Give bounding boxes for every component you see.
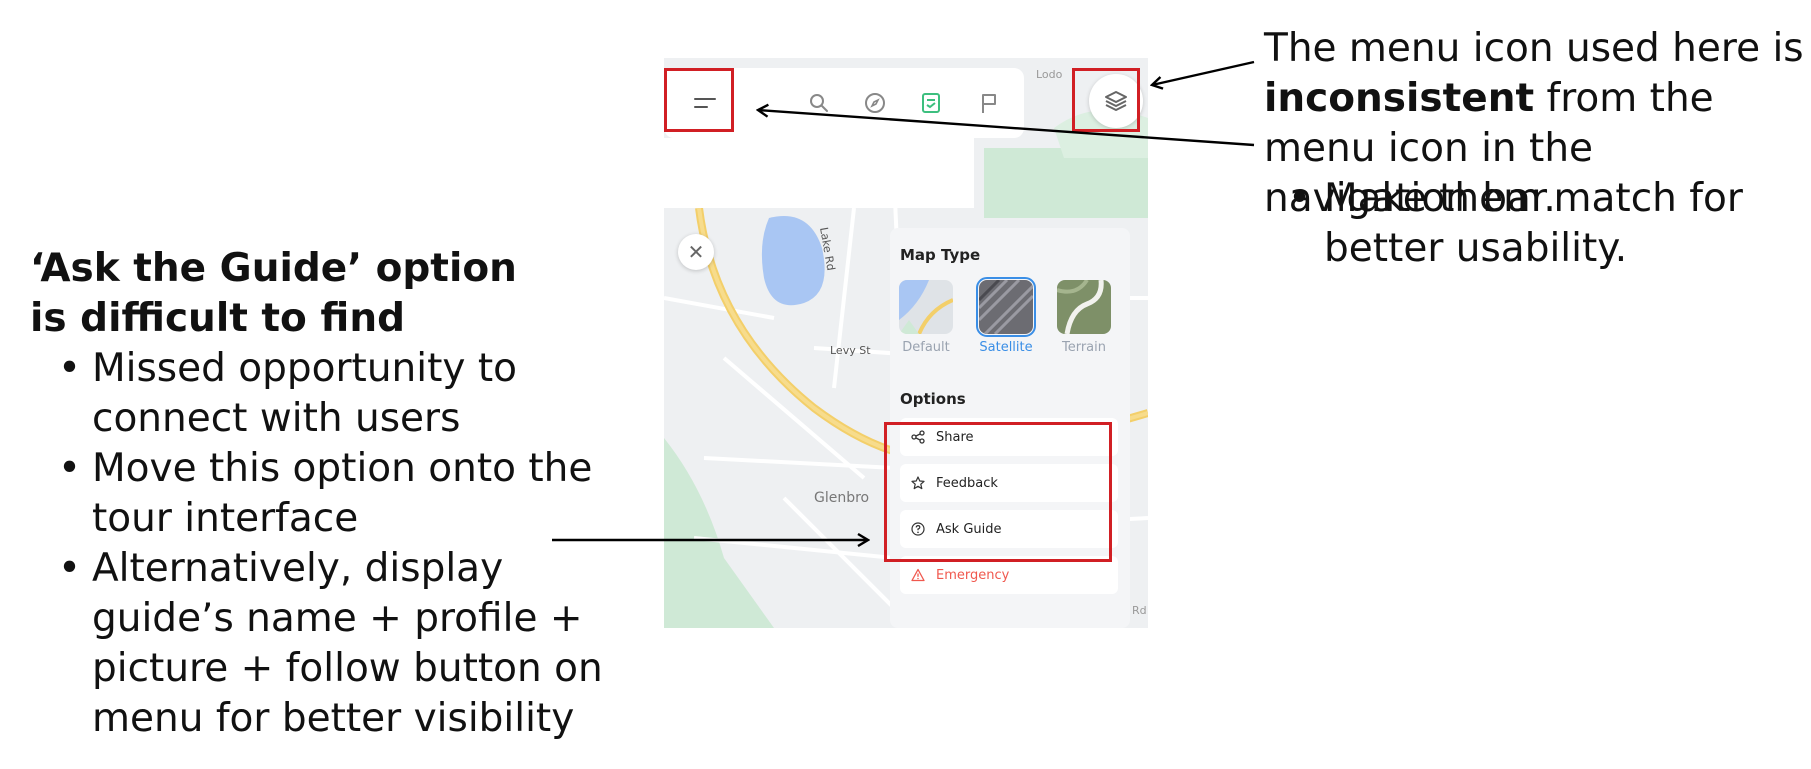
annotation-arrows — [552, 60, 1255, 769]
arrow-to-layers-icon — [1152, 60, 1255, 85]
arrow-to-menu-icon — [758, 110, 1255, 147]
